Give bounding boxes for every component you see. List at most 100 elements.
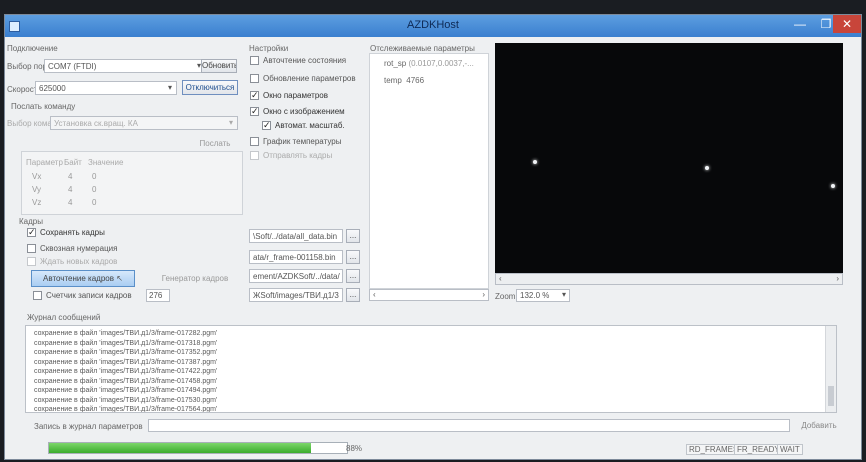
window-title: AZDKHost [407, 19, 459, 31]
minimize-button[interactable]: — [787, 15, 813, 33]
settings-group-label: Настройки [249, 44, 289, 53]
log-line: сохранение в файл 'images/ТВИ.д1/3/frame… [34, 406, 218, 413]
browse-button[interactable]: ... [346, 269, 360, 283]
frame-counter-value[interactable]: 276 [146, 289, 170, 302]
table-row-value[interactable]: 0 [92, 198, 96, 207]
temp-graph-label: График температуры [263, 137, 342, 146]
browse-button[interactable]: ... [346, 250, 360, 264]
zoom-label: Zoom [495, 292, 516, 301]
auto-scale-checkbox[interactable]: ✓ [262, 121, 271, 130]
tracked-value: 4766 [406, 76, 425, 85]
table-row-value[interactable]: 0 [92, 172, 96, 181]
table-row-param[interactable]: Vx [32, 172, 41, 181]
log-line: сохранение в файл 'images/ТВИ.д1/3/frame… [34, 396, 218, 404]
auto-scale-label: Автомат. масштаб. [275, 121, 345, 130]
title-bar[interactable]: AZDKHost — ❐ ✕ [5, 15, 861, 37]
send-command-button[interactable]: Послать [193, 137, 237, 151]
send-frames-checkbox[interactable] [250, 151, 259, 160]
path-field-images[interactable]: ЖSoft/images/ТВИ.д1/3 [249, 288, 343, 302]
log-line: сохранение в файл 'images/ТВИ.д1/3/frame… [34, 387, 218, 394]
scroll-left-icon[interactable]: ‹ [373, 290, 376, 299]
chevron-down-icon: ▾ [561, 290, 566, 299]
save-frames-checkbox[interactable]: ✓ [27, 228, 36, 237]
image-window-label: Окно с изображением [263, 107, 345, 116]
table-row-param[interactable]: Vz [32, 198, 41, 207]
param-log-label: Запись в журнал параметров [34, 422, 143, 431]
wait-new-frames-label: Ждать новых кадров [40, 257, 118, 266]
through-numbering-checkbox[interactable] [27, 244, 36, 253]
journal-vscrollbar[interactable] [825, 326, 836, 412]
list-item[interactable]: rot_sp (0.0107,0.0037,-... [384, 59, 474, 68]
update-params-label: Обновление параметров [263, 74, 356, 83]
table-row-param[interactable]: Vy [32, 185, 41, 194]
port-select[interactable]: COM7 (FTDI) ▾ [44, 59, 206, 73]
disconnect-button[interactable]: Отключиться [182, 80, 238, 95]
command-select-value: Установка ск.вращ. КА [54, 119, 138, 128]
connection-group-label: Подключение [7, 44, 58, 53]
progress-bar [48, 442, 348, 454]
table-row-bytes: 4 [68, 198, 73, 207]
port-select-value: COM7 (FTDI) [48, 62, 97, 71]
star-point [533, 160, 537, 164]
params-window-label: Окно параметров [263, 91, 328, 100]
param-log-input[interactable] [148, 419, 790, 432]
autoread-status-label: Авточтение состояния [263, 56, 347, 65]
star-point [831, 184, 835, 188]
status-flag-fr-ready: FR_READY [734, 444, 783, 455]
scroll-left-icon[interactable]: ‹ [499, 274, 502, 283]
tracked-params-label: Отслеживаемые параметры [370, 44, 475, 53]
progress-fill [49, 443, 312, 453]
wait-new-frames-checkbox[interactable] [27, 257, 36, 266]
log-line: сохранение в файл 'images/ТВИ.д1/3/frame… [34, 368, 218, 375]
table-row-value[interactable]: 0 [92, 185, 96, 194]
update-params-checkbox[interactable] [250, 74, 259, 83]
tracked-params-list: rot_sp (0.0107,0.0037,-... temp 4766 [369, 53, 489, 289]
refresh-ports-button[interactable]: Обновить [201, 59, 237, 73]
star-point [705, 166, 709, 170]
scroll-right-icon[interactable]: › [836, 274, 839, 283]
image-view[interactable] [495, 43, 843, 273]
through-numbering-label: Сквозная нумерация [40, 244, 118, 253]
log-line: сохранение в файл 'images/ТВИ.д1/3/frame… [34, 349, 218, 356]
browse-button[interactable]: ... [346, 288, 360, 302]
tracked-value: (0.0107,0.0037,-... [408, 59, 474, 68]
autoread-frames-label: Авточтение кадров [43, 274, 114, 283]
autoread-status-checkbox[interactable] [250, 56, 259, 65]
list-item[interactable]: temp 4766 [384, 76, 424, 85]
browse-button[interactable]: ... [346, 229, 360, 243]
autoread-frames-button[interactable]: Авточтение кадров ↖ [31, 270, 135, 287]
close-button[interactable]: ✕ [833, 15, 861, 33]
zoom-select[interactable]: 132.0 % ▾ [516, 289, 570, 302]
chevron-down-icon: ▾ [228, 118, 233, 127]
path-field-frame[interactable]: ata/r_frame-001158.bin [249, 250, 343, 264]
log-line: сохранение в файл 'images/ТВИ.д1/3/frame… [34, 358, 218, 366]
status-flag-wait: WAIT [777, 444, 803, 455]
scroll-right-icon[interactable]: › [482, 290, 485, 299]
path-field-all-data[interactable]: \Soft/../data/all_data.bin [249, 229, 343, 243]
save-frames-label: Сохранять кадры [40, 228, 105, 237]
path-field-data-dir[interactable]: ement/AZDKSoft/../data/ [249, 269, 343, 283]
send-frames-label: Отправлять кадры [263, 151, 333, 160]
progress-text: 88% [346, 444, 363, 453]
frame-generator-button[interactable]: Генератор кадров [155, 271, 235, 286]
scroll-thumb[interactable] [828, 386, 834, 406]
tracked-name: rot_sp [384, 59, 407, 68]
params-window-checkbox[interactable]: ✓ [250, 91, 259, 100]
speed-select[interactable]: 625000 ▾ [35, 81, 177, 95]
journal-log[interactable]: сохранение в файл 'images/ТВИ.д1/3/frame… [25, 325, 837, 413]
zoom-value: 132.0 % [520, 291, 550, 300]
temp-graph-checkbox[interactable] [250, 137, 259, 146]
image-window-checkbox[interactable]: ✓ [250, 107, 259, 116]
add-param-log-button[interactable]: Добавить [796, 419, 842, 433]
tracked-name: temp [384, 76, 402, 85]
image-hscrollbar[interactable]: ‹ › [495, 273, 843, 285]
command-params-table: Параметр Байт Значение Vx 4 0 Vy 4 0 Vz … [21, 151, 243, 215]
frames-group-label: Кадры [19, 217, 43, 226]
value-header: Значение [88, 158, 124, 167]
bytes-header: Байт [64, 158, 82, 167]
chevron-down-icon: ▾ [167, 83, 172, 92]
frame-counter-checkbox[interactable] [33, 291, 42, 300]
table-row-bytes: 4 [68, 185, 73, 194]
tracked-hscrollbar[interactable]: ‹ › [369, 289, 489, 301]
command-select[interactable]: Установка ск.вращ. КА ▾ [50, 116, 238, 130]
